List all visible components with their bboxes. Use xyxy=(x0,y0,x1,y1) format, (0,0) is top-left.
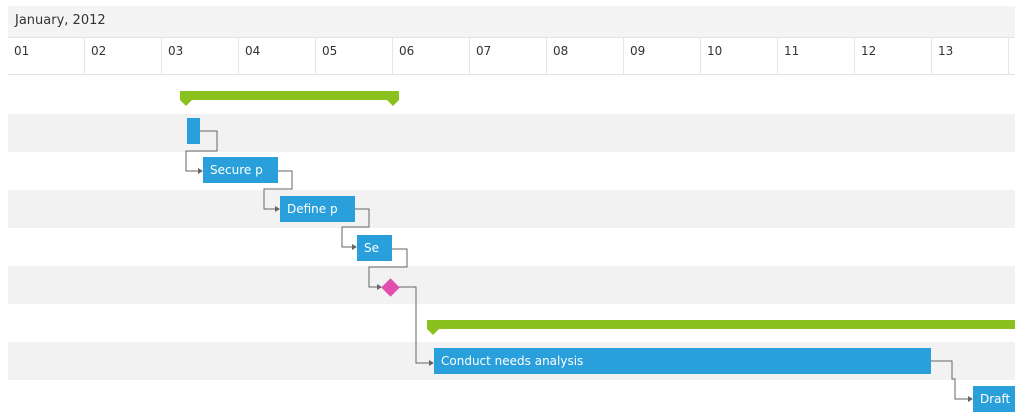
task-bar-draft[interactable]: Draft xyxy=(973,386,1015,412)
dependency-line xyxy=(931,360,969,400)
task-label: Conduct needs analysis xyxy=(441,354,584,368)
task-bar-define[interactable]: Define p xyxy=(280,196,355,222)
gantt-chart: January, 2012 01 02 03 04 05 06 07 08 09… xyxy=(0,0,1015,419)
task-label: Draft xyxy=(980,392,1011,406)
task-label: Se xyxy=(364,241,379,255)
summary-task-bar[interactable] xyxy=(427,320,1015,335)
summary-task-bar[interactable] xyxy=(180,91,399,106)
task-label: Define p xyxy=(287,202,338,216)
task-bar-conduct-needs-analysis[interactable]: Conduct needs analysis xyxy=(434,348,931,374)
task-label: Secure p xyxy=(210,163,263,177)
task-bar[interactable] xyxy=(187,118,200,144)
dependency-line xyxy=(399,286,430,364)
task-bar-secure[interactable]: Secure p xyxy=(203,157,278,183)
task-bar-se[interactable]: Se xyxy=(357,235,392,261)
